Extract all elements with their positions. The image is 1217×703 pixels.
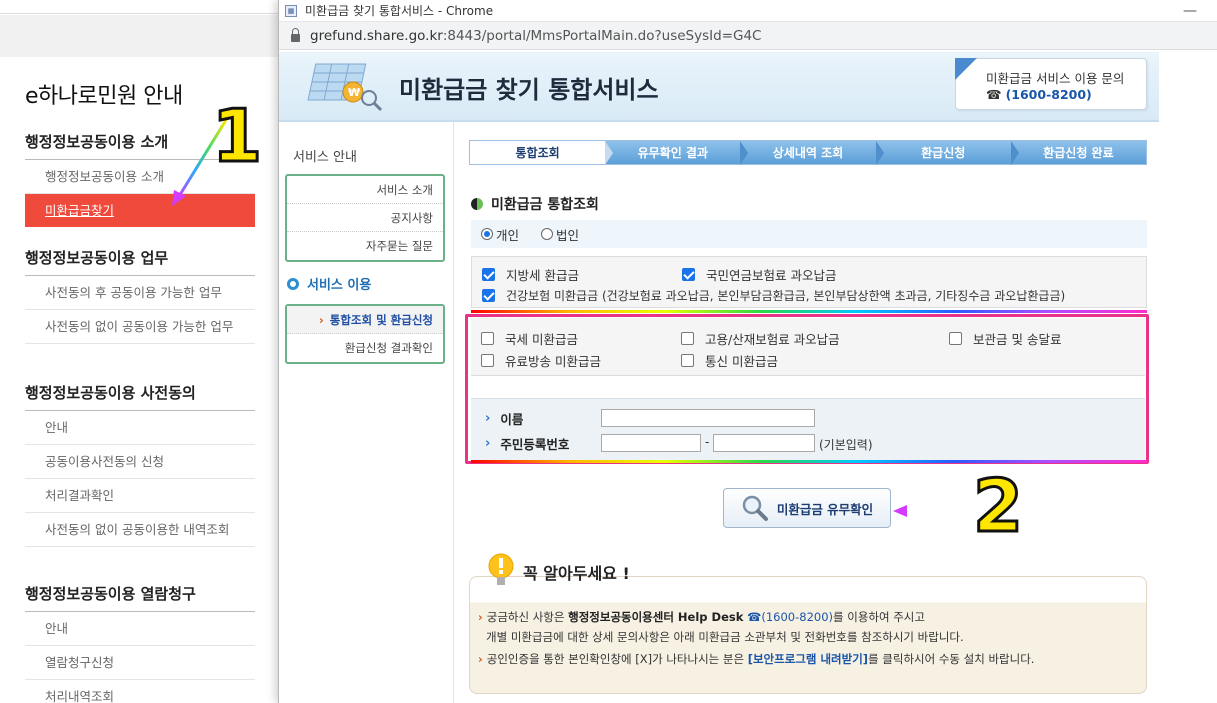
nav-item-service-intro[interactable]: 서비스 소개 [287, 176, 443, 204]
service-use-menu: 통합조회 및 환급신청 환급신청 결과확인 [285, 304, 445, 364]
radio-personal[interactable]: 개인 [481, 225, 519, 244]
radio-corporate[interactable]: 법인 [541, 225, 579, 244]
notice-title-text: 꼭 알아두세요 ! [523, 564, 630, 583]
popup-window: ▦ 미환급금 찾기 통합서비스 - Chrome — grefund.share… [278, 0, 1217, 703]
rainbow-divider-bottom [471, 460, 1147, 463]
section-title-text: 미환급금 통합조회 [491, 197, 599, 213]
step-refund-apply: 환급신청 [875, 141, 1020, 165]
left-menu-item[interactable]: 안내 [25, 411, 255, 445]
refund-check-button-label: 미환급금 유무확인 [776, 501, 874, 517]
section-bullet-icon [471, 198, 483, 210]
magnifier-icon [742, 495, 768, 521]
left-menu-heading[interactable]: 행정정보공동이용 사전동의 [25, 375, 255, 411]
vertical-divider [453, 122, 454, 703]
service-guide-label: 서비스 안내 [293, 150, 357, 165]
nav-item-refund-result[interactable]: 환급신청 결과확인 [287, 334, 443, 362]
step-refund-complete: 환급신청 완료 [1010, 141, 1147, 164]
circle-bullet-icon [287, 277, 299, 290]
notice-line-1: 궁금하신 사항은 행정정보공동이용센터 Help Desk ☎(1600-820… [486, 609, 925, 625]
notice-line-1d: 를 이용하여 주시고 [833, 610, 925, 624]
lock-icon[interactable] [291, 27, 300, 42]
check-health-label: 건강보험 미환급금 (건강보험료 과오납금, 본인부담금환급금, 본인부담상한액… [506, 289, 1066, 303]
check-local-tax-label: 지방세 환급금 [506, 268, 579, 283]
annotation-number-2: 2 [971, 464, 1024, 548]
progress-steps: 통합조회 유무확인 결과 상세내역 조회 환급신청 환급신청 완료 [469, 140, 1147, 165]
nav-item-notice[interactable]: 공지사항 [287, 204, 443, 232]
checkbox-health[interactable] [482, 289, 495, 302]
page-favicon-icon: ▦ [285, 4, 297, 17]
notice-line-1a: 궁금하신 사항은 [486, 610, 569, 624]
help-desk-name: 행정정보공동이용센터 Help Desk [568, 610, 744, 624]
checkbox-pension[interactable] [682, 268, 695, 281]
radio-personal-dot[interactable] [481, 228, 493, 240]
radio-corporate-dot[interactable] [541, 228, 554, 240]
check-local-tax[interactable]: 지방세 환급금 [482, 265, 579, 284]
help-desk-phone: (1600-8200) [761, 610, 834, 624]
step-detail-search: 상세내역 조회 [740, 141, 884, 165]
left-menu-item[interactable]: 안내 [25, 612, 255, 646]
help-contact-label: 미환급금 서비스 이용 문의 [986, 71, 1125, 86]
left-menu-item[interactable]: 공동이용사전동의 신청 [25, 445, 255, 479]
annotation-highlight-frame [465, 314, 1149, 464]
left-menu-item[interactable]: 사전동의 없이 공동이용한 내역조회 [25, 513, 255, 547]
minimize-icon[interactable]: — [1183, 3, 1197, 19]
service-guide-menu: 서비스 소개 공지사항 자주묻는 질문 [285, 174, 445, 262]
radio-corporate-label: 법인 [556, 227, 580, 243]
left-menu-heading[interactable]: 행정정보공동이용 열람청구 [25, 576, 255, 612]
nav-item-faq[interactable]: 자주묻는 질문 [287, 232, 443, 260]
left-menu-heading[interactable]: 행정정보공동이용 업무 [25, 240, 255, 276]
check-health[interactable]: 건강보험 미환급금 (건강보험료 과오납금, 본인부담금환급금, 본인부담상한액… [482, 287, 1065, 304]
site-header: ₩ 미환급금 찾기 통합서비스 미환급금 서비스 이용 문의 ☎ (1600-82… [279, 52, 1159, 122]
security-program-download-link[interactable]: [보안프로그램 내려받기] [748, 652, 868, 666]
notice-line-3a: 공인인증을 통한 본인확인창에 [X]가 나타나시는 분은 [486, 652, 748, 666]
checkbox-local-tax[interactable] [482, 268, 495, 281]
background-page-title: e하나로민원 안내 [25, 84, 183, 109]
annotation-number-1: 1 [210, 94, 263, 178]
section-title: 미환급금 통합조회 [471, 194, 599, 214]
checked-refund-types: 지방세 환급금 국민연금보험료 과오납금 건강보험 미환급금 (건강보험료 과오… [471, 256, 1147, 308]
svg-text:₩: ₩ [348, 86, 360, 99]
left-menu-section-work: 행정정보공동이용 업무 사전동의 후 공동이용 가능한 업무 사전동의 없이 공… [25, 240, 255, 344]
help-contact-phone: ☎ (1600-8200) [986, 87, 1092, 102]
help-desk-phone-icon: ☎ [747, 610, 762, 624]
notice-title: 꼭 알아두세요 ! [485, 552, 630, 592]
left-menu-item[interactable]: 사전동의 후 공동이용 가능한 업무 [25, 276, 255, 310]
left-menu-item[interactable]: 열람청구신청 [25, 646, 255, 680]
window-title: 미환급금 찾기 통합서비스 - Chrome [305, 4, 494, 18]
notice-box: 궁금하신 사항은 행정정보공동이용센터 Help Desk ☎(1600-820… [469, 576, 1147, 694]
window-titlebar: ▦ 미환급금 찾기 통합서비스 - Chrome — [279, 0, 1217, 22]
notice-line-2: 개별 미환급금에 대한 상세 문의사항은 아래 미환급금 소관부처 및 전화번호… [486, 630, 964, 644]
url-host: grefund.share.go.kr [310, 27, 443, 44]
check-pension-label: 국민연금보험료 과오납금 [706, 268, 837, 283]
check-pension[interactable]: 국민연금보험료 과오납금 [682, 265, 836, 284]
radio-personal-label: 개인 [496, 227, 520, 243]
step-existence-result: 유무확인 결과 [605, 141, 749, 165]
left-menu-item[interactable]: 사전동의 없이 공동이용 가능한 업무 [25, 310, 255, 344]
notice-line-3: 공인인증을 통한 본인확인창에 [X]가 나타나시는 분은 [보안프로그램 내려… [486, 651, 1035, 667]
left-menu-item[interactable]: 처리내역조회 [25, 680, 255, 703]
refund-check-button[interactable]: 미환급금 유무확인 [723, 488, 891, 528]
rainbow-divider [471, 310, 1147, 313]
background-page-header [0, 15, 280, 57]
phone-icon: ☎ [986, 87, 1002, 102]
lightbulb-icon [488, 553, 514, 585]
left-menu-section-request: 행정정보공동이용 열람청구 안내 열람청구신청 처리내역조회 [25, 576, 255, 703]
url-path: :8443/portal/MmsPortalMain.do?useSysId=G… [442, 27, 762, 44]
help-contact-box: 미환급금 서비스 이용 문의 ☎ (1600-8200) [955, 58, 1147, 110]
help-phone-number: (1600-8200) [1005, 87, 1092, 102]
nav-item-integrated-search[interactable]: 통합조회 및 환급신청 [287, 306, 443, 334]
applicant-type-radios: 개인 법인 [471, 220, 1147, 248]
service-use-text: 서비스 이용 [307, 278, 372, 293]
service-use-label: 서비스 이용 [287, 274, 371, 293]
address-bar[interactable]: grefund.share.go.kr:8443/portal/MmsPorta… [279, 22, 1217, 50]
refund-logo-icon: ₩ [307, 63, 383, 112]
step-integrated-search: 통합조회 [470, 141, 614, 165]
left-menu-section-consent: 행정정보공동이용 사전동의 안내 공동이용사전동의 신청 처리결과확인 사전동의… [25, 375, 255, 547]
site-title: 미환급금 찾기 통합서비스 [399, 76, 659, 104]
notice-line-3c: 를 클릭하시어 수동 설치 바랍니다. [868, 652, 1035, 666]
left-menu-item[interactable]: 처리결과확인 [25, 479, 255, 513]
background-page-topbar [0, 0, 280, 14]
